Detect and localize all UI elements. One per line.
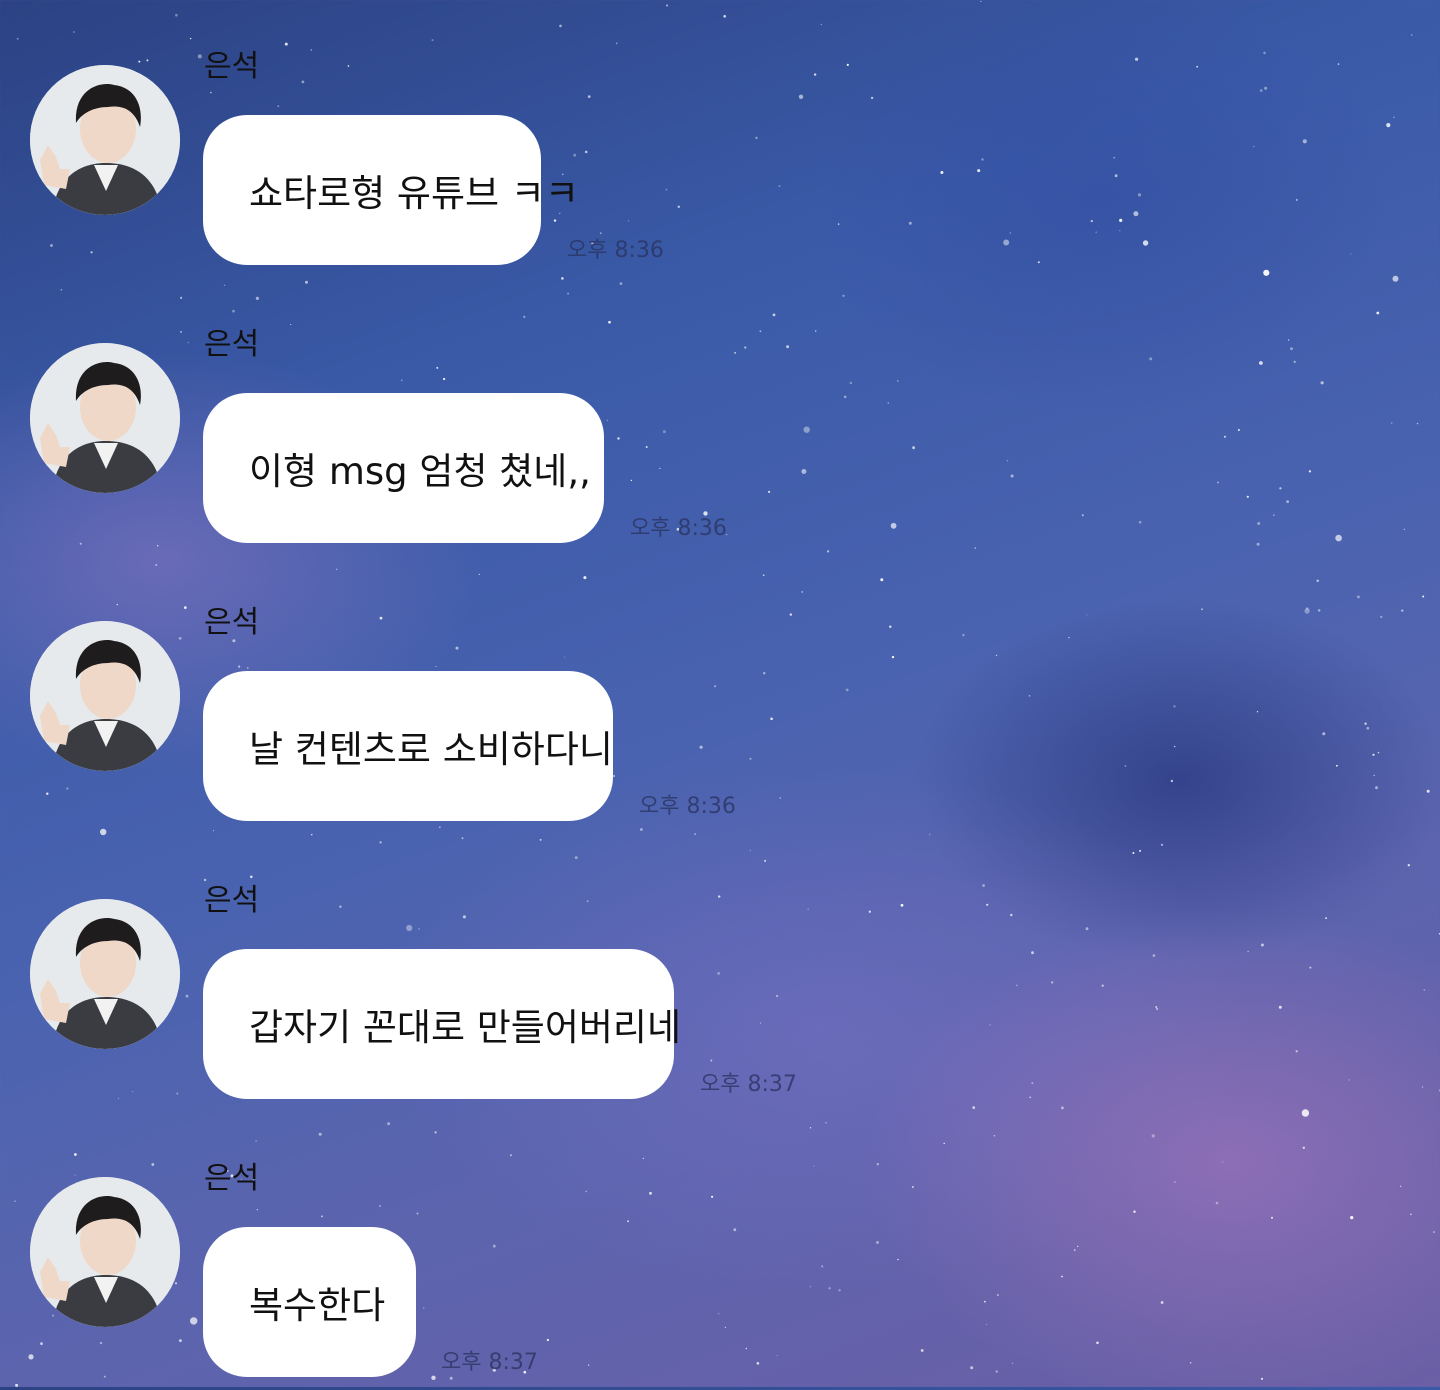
sender-name: 은석 [204, 49, 260, 84]
sender-avatar[interactable] [30, 899, 180, 1049]
message-row: 은석 이형 msg 엄청 쳤네,, 오후 8:36 [0, 278, 1440, 556]
sender-name: 은석 [204, 327, 260, 362]
sender-name: 은석 [204, 883, 260, 918]
message-row: 은석 날 컨텐츠로 소비하다니 오후 8:36 [0, 556, 1440, 834]
sender-avatar[interactable] [30, 621, 180, 771]
message-row: 은석 갑자기 꼰대로 만들어버리네 오후 8:37 [0, 834, 1440, 1112]
message-time: 오후 8:36 [567, 238, 664, 263]
profile-photo-icon [30, 65, 180, 215]
chat-message-list[interactable]: 은석 쇼타로형 유튜브 ㅋㅋ 오후 8:36 은석 이형 msg 엄청 쳤네,,… [0, 0, 1440, 1387]
sender-avatar[interactable] [30, 343, 180, 493]
message-bubble[interactable]: 갑자기 꼰대로 만들어버리네 [203, 949, 681, 1099]
message-bubble[interactable]: 복수한다 [203, 1227, 416, 1377]
profile-photo-icon [30, 343, 180, 493]
sender-name: 은석 [204, 1161, 260, 1196]
message-time: 오후 8:36 [630, 516, 727, 541]
message-time: 오후 8:37 [700, 1072, 797, 1097]
message-bubble[interactable]: 이형 msg 엄청 쳤네,, [203, 393, 604, 543]
profile-photo-icon [30, 621, 180, 771]
sender-avatar[interactable] [30, 1177, 180, 1327]
message-bubble[interactable]: 쇼타로형 유튜브 ㅋㅋ [203, 115, 579, 265]
message-bubble[interactable]: 날 컨텐츠로 소비하다니 [203, 671, 613, 821]
sender-name: 은석 [204, 605, 260, 640]
message-row: 은석 복수한다 오후 8:37 [0, 1112, 1440, 1390]
sender-avatar[interactable] [30, 65, 180, 215]
profile-photo-icon [30, 1177, 180, 1327]
message-time: 오후 8:36 [639, 794, 736, 819]
message-row: 은석 쇼타로형 유튜브 ㅋㅋ 오후 8:36 [0, 0, 1440, 278]
profile-photo-icon [30, 899, 180, 1049]
message-time: 오후 8:37 [441, 1350, 538, 1375]
